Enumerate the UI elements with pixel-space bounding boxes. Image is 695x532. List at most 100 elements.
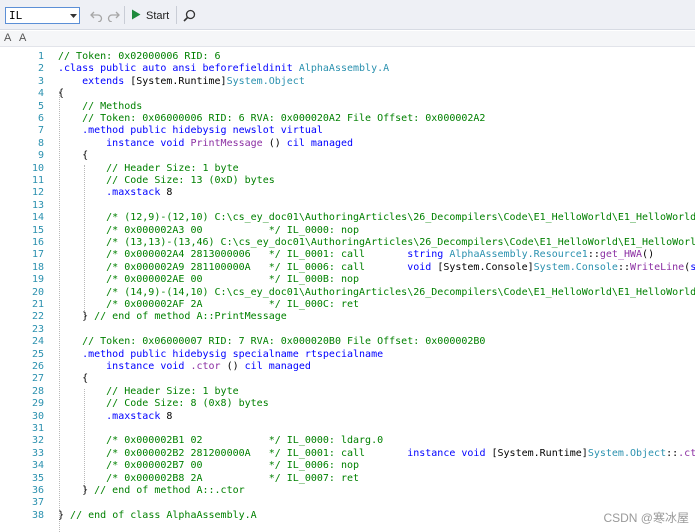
line-number: 21 <box>31 299 44 310</box>
line-number: 34 <box>31 460 44 472</box>
code-token: AlphaAssembly. <box>298 63 384 75</box>
code-text: instance void .ctor () cil managed <box>58 361 311 373</box>
code-token: get_HWA <box>599 249 643 261</box>
toolbar-separator <box>176 6 177 24</box>
tab-b[interactable]: A <box>19 32 26 44</box>
code-token: /* (14,9)-(14,10) C:\cs_ey_doc01\Authori… <box>106 286 695 298</box>
code-token: A <box>383 63 390 75</box>
code-token: cil managed <box>286 137 354 149</box>
code-line: 28 // Header Size: 1 byte <box>0 386 695 398</box>
code-line: 2 .class public auto ansi beforefieldinit… <box>0 63 695 75</box>
code-line: 26 instance void .ctor () cil managed <box>0 361 695 373</box>
code-line: 21 /* 0x000002AF 2A */ IL_000C: ret <box>0 299 695 311</box>
line-number: 27 <box>31 373 44 385</box>
code-token: :: <box>617 261 630 273</box>
code-line: 38} // end of class AlphaAssembly.A <box>0 510 695 522</box>
code-editor[interactable]: 1 // Token: 0x02000006 RID: 6 2 .class publ… <box>0 48 695 532</box>
code-token: instance void <box>58 137 191 149</box>
line-number: 4 <box>37 88 44 100</box>
line-number: 13 <box>31 199 44 211</box>
code-text: { <box>58 150 88 162</box>
line-number: 33 <box>31 447 44 459</box>
code-line: 33 /* 0x000002B2 281200000A */ IL_0001: … <box>0 448 695 460</box>
code-token: /* 0x000002B7 00 */ IL_0006: nop <box>58 460 360 472</box>
line-number: 15 <box>31 224 44 236</box>
code-text: } // end of class AlphaAssembly.A <box>58 510 257 522</box>
code-line: 20 /* (14,9)-(14,10) C:\cs_ey_doc01\Auth… <box>0 287 695 299</box>
code-token: () <box>220 361 245 372</box>
code-token: () <box>642 249 655 261</box>
code-text: /* 0x000002A3 00 */ IL_0000: nop <box>58 225 359 237</box>
language-select-value: IL <box>9 9 23 22</box>
code-token: string <box>690 261 695 273</box>
code-token: } <box>58 485 95 496</box>
code-text: .maxstack 8 <box>58 411 172 423</box>
language-select[interactable]: IL <box>5 7 80 24</box>
line-number: 23 <box>31 323 44 335</box>
code-token: // end of class AlphaAssembly.A <box>70 509 257 521</box>
code-token: string <box>407 249 450 261</box>
start-button[interactable]: Start <box>128 6 172 25</box>
code-token: 8 <box>166 410 173 422</box>
code-token: } <box>58 509 71 521</box>
line-number: 24 <box>31 336 44 348</box>
code-line: 32 /* 0x000002B1 02 */ IL_0000: ldarg.0 <box>0 435 695 447</box>
watermark: CSDN @寒冰屋 <box>603 511 689 525</box>
code-line: 18 /* 0x000002A9 281100000A */ IL_0006: … <box>0 262 695 274</box>
code-token: instance void <box>58 361 191 372</box>
code-token: .method public hidebysig specialname rts… <box>58 348 384 360</box>
code-token: cil managed <box>244 361 311 372</box>
code-token: System.Object <box>587 447 667 459</box>
code-text: .class public auto ansi beforefieldinit … <box>58 63 389 75</box>
code-line: 12 .maxstack 8 <box>0 187 695 199</box>
code-line: 11 // Code Size: 13 (0xD) bytes <box>0 175 695 187</box>
code-text: // Code Size: 13 (0xD) bytes <box>58 175 275 187</box>
code-token: .class public auto ansi beforefieldinit <box>58 63 299 75</box>
code-text: /* (13,13)-(13,46) C:\cs_ey_doc01\Author… <box>58 237 695 249</box>
code-text: // Code Size: 8 (0x8) bytes <box>58 398 269 410</box>
code-token: // end of method A::.ctor <box>94 485 245 496</box>
toolbar: IL Start <box>0 0 695 30</box>
code-token: WriteLine <box>629 261 685 273</box>
search-icon[interactable] <box>182 8 197 23</box>
code-text: { <box>58 88 64 100</box>
dropdown-arrow-icon[interactable] <box>67 8 79 23</box>
code-token: System.Console <box>533 261 618 273</box>
code-text: .method public hidebysig newslot virtual <box>58 125 323 137</box>
line-number: 28 <box>31 385 44 397</box>
code-text: /* 0x000002B1 02 */ IL_0000: ldarg.0 <box>58 435 383 447</box>
code-text: /* 0x000002AE 00 */ IL_000B: nop <box>58 274 359 286</box>
line-number: 36 <box>31 485 44 496</box>
code-token: // Token: 0x06000006 RID: 6 RVA: 0x00002… <box>58 113 486 124</box>
code-token: // Header Size: 1 byte <box>58 162 239 174</box>
code-line: 9 { <box>0 150 695 162</box>
code-line: 22 } // end of method A::PrintMessage <box>0 311 695 323</box>
code-line: 4{ <box>0 88 695 100</box>
code-line: 24 // Token: 0x06000007 RID: 7 RVA: 0x00… <box>0 336 695 348</box>
play-icon <box>131 9 141 23</box>
line-number: 38 <box>31 509 44 521</box>
tab-strip: A A <box>0 31 695 47</box>
tab-a[interactable]: A <box>4 32 11 44</box>
redo-icon[interactable] <box>106 8 121 23</box>
line-number: 29 <box>31 398 44 410</box>
code-token: // Code Size: 8 (0x8) bytes <box>58 398 269 410</box>
line-number: 31 <box>31 423 44 434</box>
line-number: 20 <box>31 286 44 298</box>
code-line: 36 } // end of method A::.ctor <box>0 485 695 497</box>
code-token: .maxstack <box>58 187 167 199</box>
code-line: 14 /* (12,9)-(12,10) C:\cs_ey_doc01\Auth… <box>0 212 695 224</box>
code-token: System.Object <box>226 75 305 87</box>
code-line: 19 /* 0x000002AE 00 */ IL_000B: nop <box>0 274 695 286</box>
code-text: .maxstack 8 <box>58 187 172 199</box>
undo-icon[interactable] <box>89 8 104 23</box>
line-number: 12 <box>31 187 44 199</box>
code-text: // Token: 0x06000006 RID: 6 RVA: 0x00002… <box>58 113 485 125</box>
code-text: /* 0x000002A9 281100000A */ IL_0006: cal… <box>58 262 695 274</box>
code-text: extends [System.Runtime]System.Object <box>58 76 305 88</box>
code-line: 3 extends [System.Runtime]System.Object <box>0 76 695 88</box>
line-number: 16 <box>31 237 44 248</box>
code-token: // end of method A::PrintMessage <box>94 311 287 323</box>
code-text: // Token: 0x06000007 RID: 7 RVA: 0x00002… <box>58 336 485 348</box>
code-token: [System.Runtime] <box>491 447 588 459</box>
